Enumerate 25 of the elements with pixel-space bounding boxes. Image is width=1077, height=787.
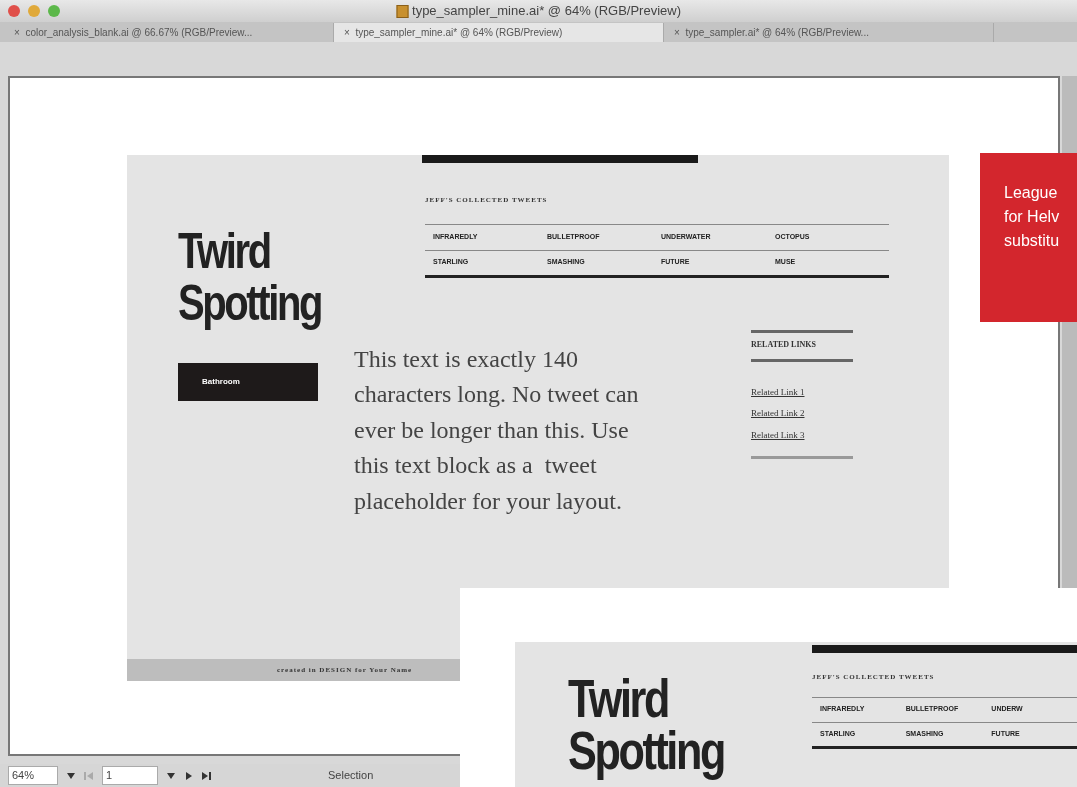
dropdown-icon[interactable] — [66, 771, 76, 780]
minimize-icon[interactable] — [28, 5, 40, 17]
document-tab[interactable]: × type_sampler.ai* @ 64% (RGB/Preview... — [664, 22, 994, 42]
note-text: for Helv — [1004, 207, 1061, 227]
zoom-field[interactable]: 64% — [8, 766, 58, 785]
note-text: substitu — [1004, 231, 1061, 251]
dropdown-icon[interactable] — [166, 771, 176, 780]
page-field[interactable]: 1 — [102, 766, 158, 785]
document-icon — [396, 4, 408, 18]
dark-button[interactable]: Bathroom — [178, 363, 318, 401]
heading-line: Twird — [178, 225, 271, 277]
first-page-icon[interactable] — [84, 771, 94, 780]
document-tab[interactable]: × type_sampler_mine.ai* @ 64% (RGB/Preview) — [334, 22, 664, 42]
note-text: League — [1004, 183, 1059, 203]
close-icon[interactable] — [8, 5, 20, 17]
related-link[interactable]: Related Link 2 — [751, 407, 853, 421]
tool-label: Selection — [328, 768, 374, 784]
related-link[interactable]: Related Link 1 — [751, 385, 853, 399]
zoom-icon[interactable] — [48, 5, 60, 17]
related-link[interactable]: Related Link 3 — [751, 428, 853, 442]
tweet-text: This text is exactly 140 characters long. No tweet can ever be longer than this. Use this text block as a tweet placeholder for your layout. — [354, 344, 640, 516]
related-title: RELATED LINKS — [751, 329, 853, 362]
next-icon[interactable] — [184, 771, 194, 780]
last-page-icon[interactable] — [202, 771, 212, 780]
window-title: type_sampler_mine.ai* @ 64% (RGB/Preview) — [412, 2, 681, 21]
